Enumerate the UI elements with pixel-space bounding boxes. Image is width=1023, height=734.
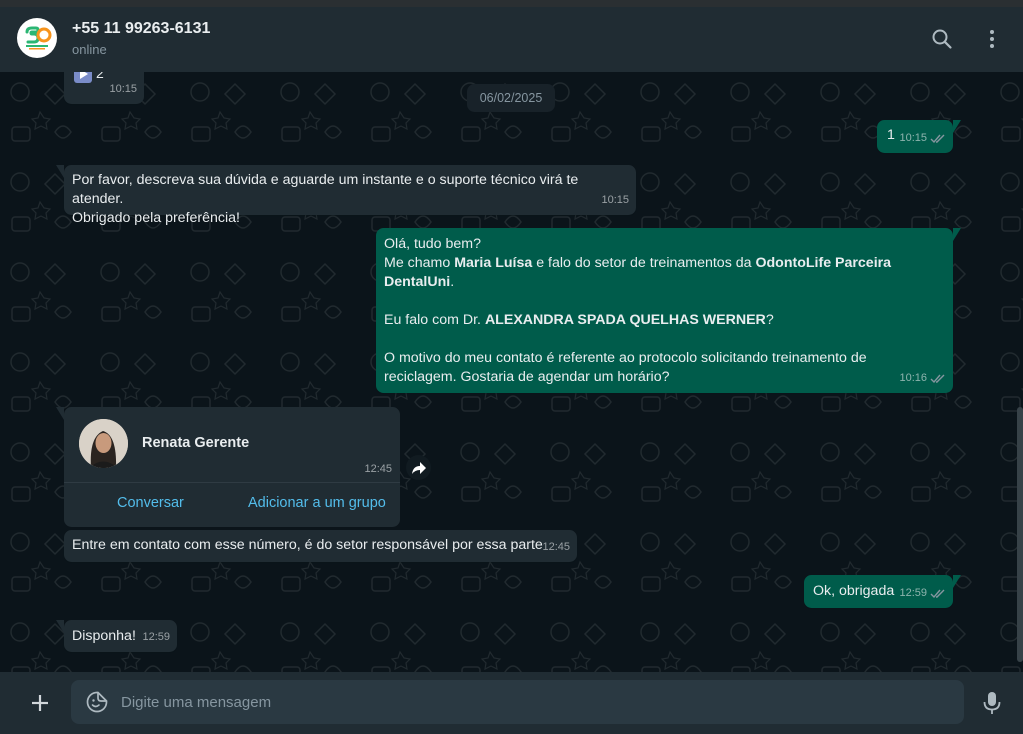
message-meta: 10:15 [899, 129, 946, 148]
message-time: 10:15 [109, 83, 137, 95]
double-check-icon [930, 374, 945, 384]
sticker-emoji-icon[interactable] [85, 690, 109, 714]
message-line: Olá, tudo bem? [384, 236, 482, 252]
message-line: Me chamo Maria Luísa e falo do setor de … [384, 255, 892, 271]
microphone-icon[interactable] [981, 690, 1003, 716]
contact-name[interactable]: +55 11 99263-6131 [72, 20, 210, 38]
message-input[interactable] [121, 680, 951, 724]
message-meta: 12:59 [899, 584, 946, 603]
message-line: Obrigado pela preferência! [72, 210, 240, 226]
message-time: 12:59 [899, 587, 927, 599]
message-time: 10:15 [899, 132, 927, 144]
date-separator: 06/02/2025 [467, 84, 555, 112]
message-input-container[interactable] [71, 680, 964, 724]
message-time: 12:59 [142, 631, 170, 643]
message-bubble-outgoing[interactable]: 1 10:15 [877, 120, 961, 153]
message-time: 12:45 [364, 463, 392, 475]
message-text: Olá, tudo bem? Me chamo Maria Luísa e fa… [384, 235, 904, 387]
message-bubble-partial[interactable]: 2 10:15 [64, 72, 144, 104]
double-check-icon [930, 134, 945, 144]
double-check-icon [930, 589, 945, 599]
message-line: Eu falo com Dr. ALEXANDRA SPADA QUELHAS … [384, 312, 774, 328]
chat-header[interactable]: +55 11 99263-6131 online [0, 7, 1023, 72]
message-text: Ok, obrigada [813, 583, 895, 599]
search-button[interactable] [930, 27, 954, 51]
option-number: 2 [96, 72, 104, 81]
contact-card[interactable]: Renata Gerente 12:45 Conversar Adicionar… [56, 407, 400, 527]
message-line: DentalUni. [384, 274, 455, 290]
search-icon [932, 29, 952, 49]
message-bubble-outgoing[interactable]: Ok, obrigada 12:59 [804, 575, 961, 608]
window-top-strip [0, 0, 1023, 7]
chat-scrollbar[interactable] [1017, 407, 1023, 662]
contact-card-name: Renata Gerente [142, 435, 250, 451]
plus-icon [32, 695, 48, 711]
play-icon [74, 72, 92, 83]
kebab-menu-icon [990, 30, 994, 48]
message-line: O motivo do meu contato é referente ao p… [384, 350, 867, 366]
message-bubble-outgoing[interactable]: Olá, tudo bem? Me chamo Maria Luísa e fa… [376, 228, 961, 393]
message-time: 12:45 [542, 541, 570, 553]
composer-bar [0, 672, 1023, 734]
message-bubble-incoming[interactable]: Entre em contato com esse número, é do s… [64, 530, 577, 562]
contact-card-avatar[interactable] [79, 419, 128, 468]
attach-button[interactable] [27, 690, 53, 716]
message-list[interactable]: 2 10:15 06/02/2025 1 10:15 Por favor, de… [0, 72, 1023, 672]
add-to-group-button[interactable]: Adicionar a um grupo [248, 495, 386, 511]
forward-icon [411, 461, 426, 474]
forward-button[interactable] [406, 455, 431, 480]
person-photo-icon [79, 419, 128, 468]
contact-avatar[interactable] [17, 18, 57, 58]
message-time: 10:16 [899, 372, 927, 384]
message-time: 10:15 [601, 194, 629, 206]
message-meta: 10:16 [899, 369, 946, 388]
message-text: Disponha! [72, 628, 136, 644]
contact-status: online [72, 42, 107, 57]
contact-card-divider [64, 482, 400, 483]
message-text: 1 [887, 127, 895, 143]
sd-logo-icon [25, 26, 52, 50]
message-text: Entre em contato com esse número, é do s… [72, 537, 543, 553]
message-bubble-incoming[interactable]: Por favor, descreva sua dúvida e aguarde… [56, 165, 636, 226]
message-text: Por favor, descreva sua dúvida e aguarde… [72, 171, 632, 228]
message-line: reciclagem. Gostaria de agendar um horár… [384, 369, 670, 385]
message-bubble-incoming[interactable]: Disponha! 12:59 [56, 620, 177, 652]
message-line: Por favor, descreva sua dúvida e aguarde… [72, 172, 579, 207]
menu-button[interactable] [980, 27, 1004, 51]
conversar-button[interactable]: Conversar [117, 495, 184, 511]
